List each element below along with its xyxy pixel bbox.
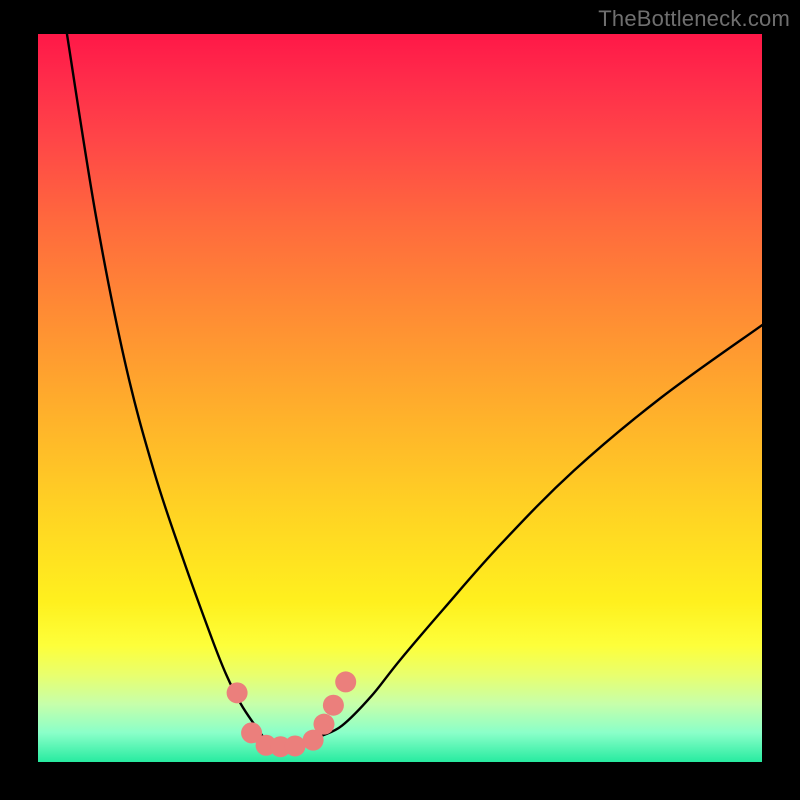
plot-area xyxy=(38,34,762,762)
marker-point xyxy=(323,695,344,716)
marker-point xyxy=(285,735,306,756)
curve-line xyxy=(67,34,762,748)
bottleneck-curve xyxy=(38,34,762,762)
marker-point xyxy=(227,682,248,703)
marker-point xyxy=(313,714,334,735)
chart-container: TheBottleneck.com xyxy=(0,0,800,800)
watermark-text: TheBottleneck.com xyxy=(598,6,790,32)
marker-point xyxy=(335,671,356,692)
